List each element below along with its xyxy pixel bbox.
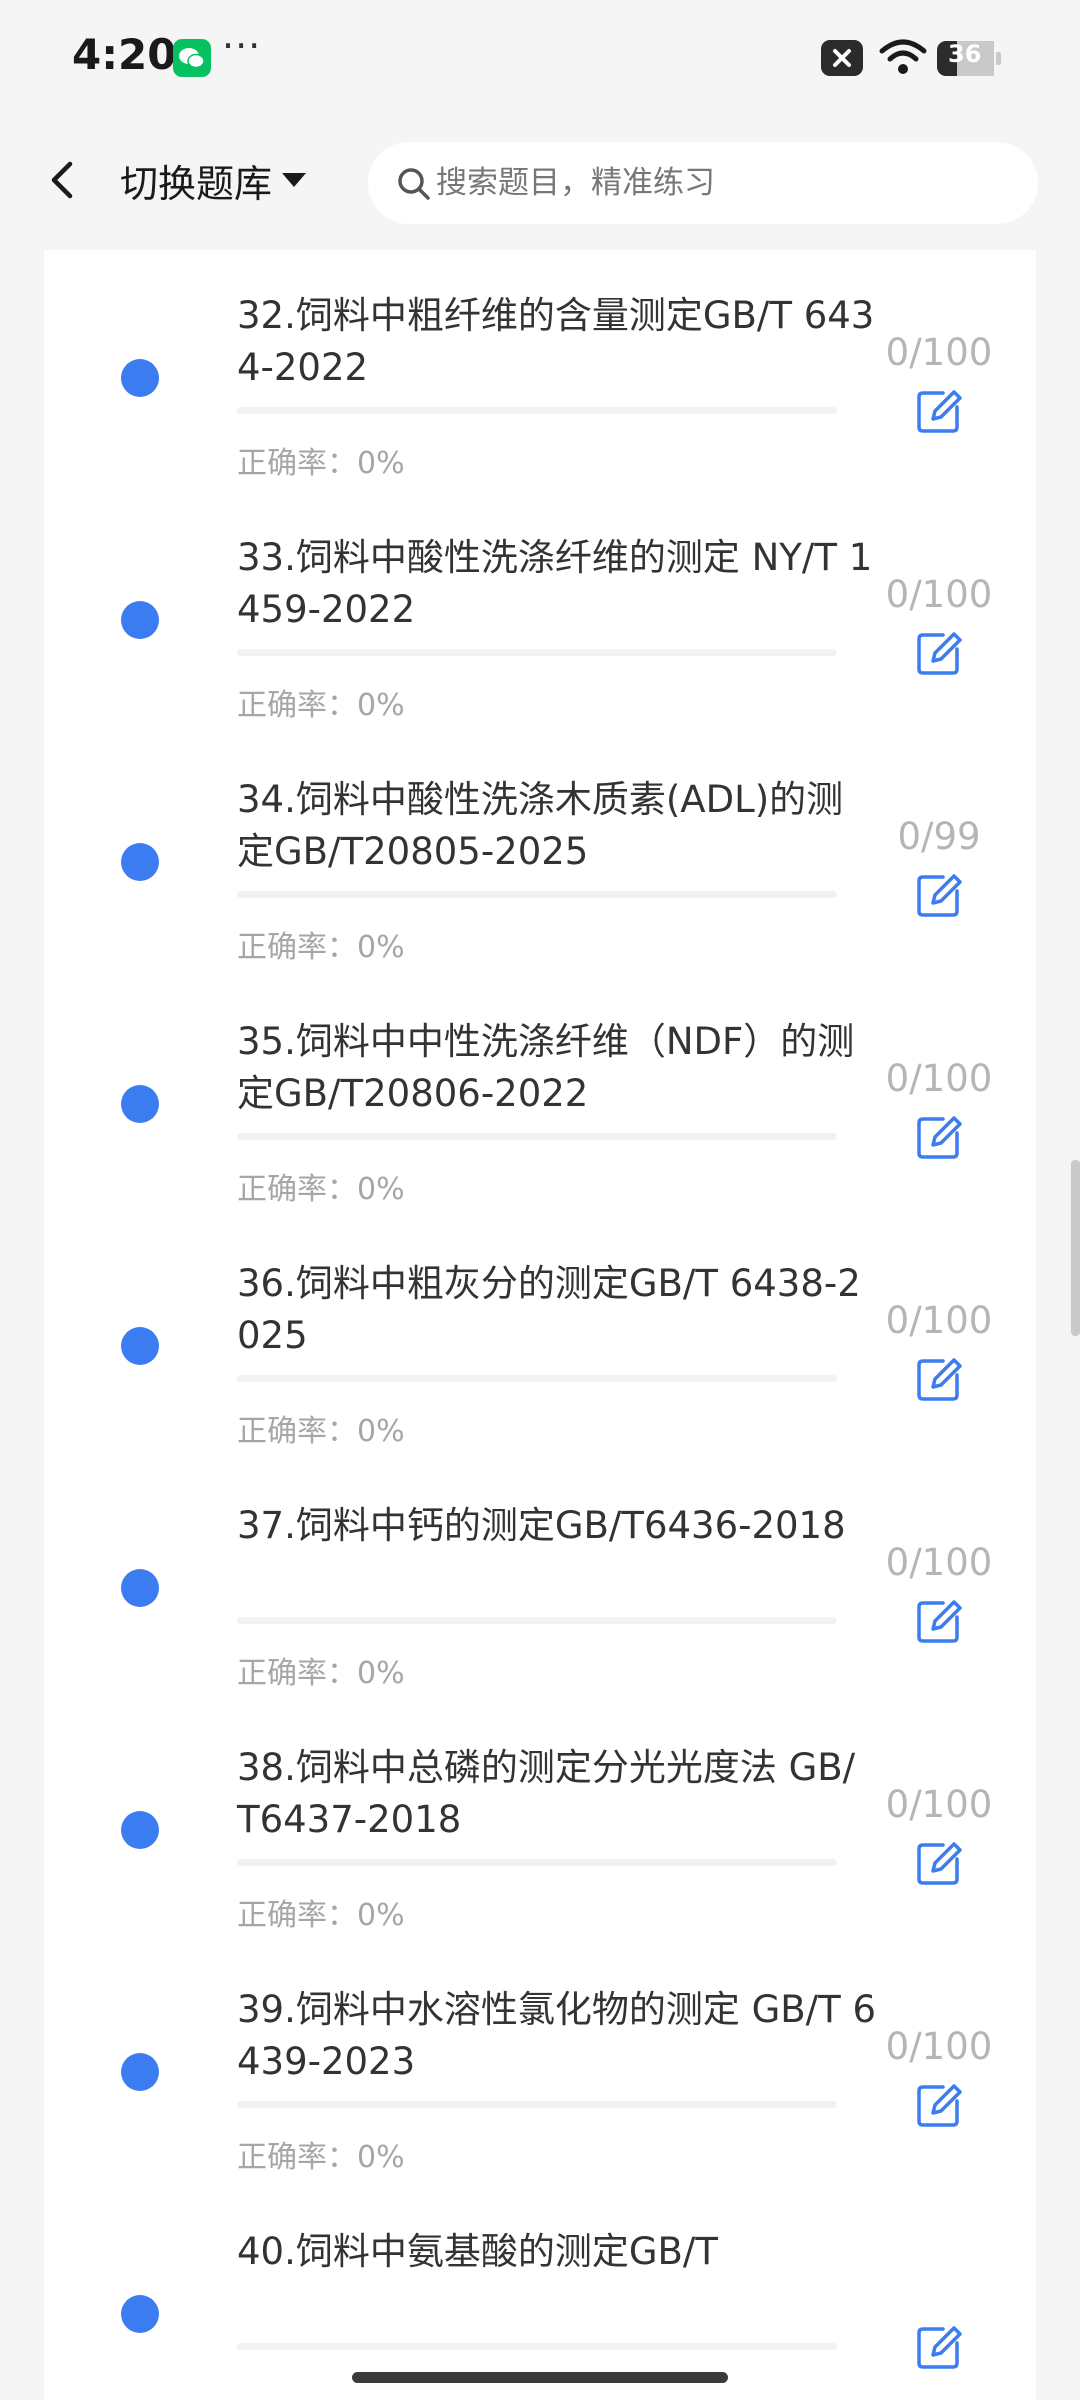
back-arrow-icon (51, 161, 73, 199)
battery-level: 36 (948, 40, 982, 68)
chapter-item[interactable]: 32.饲料中粗纤维的含量测定GB/T 6434-2022 正确率：0% 0/100 (44, 252, 1036, 494)
chapter-progress-bar (237, 1375, 837, 1382)
chapter-accuracy: 正确率：0% (237, 2140, 405, 2175)
chapter-list-card: 正确率：0% 32.饲料中粗纤维的含量测定GB/T 6434-2022 正确率：0%… (44, 250, 1036, 2400)
chapter-status-dot (121, 843, 159, 881)
chapter-progress-bar (237, 891, 837, 898)
chapter-title: 32.饲料中粗纤维的含量测定GB/T 6434-2022 (237, 294, 875, 389)
chapter-progress-count: 0/100 (885, 1057, 993, 1100)
chapter-item[interactable]: 35.饲料中中性洗涤纤维（NDF）的测 定GB/T20806-2022 正确率：0… (44, 978, 1036, 1220)
practice-button[interactable] (913, 1353, 965, 1405)
chapter-accuracy: 正确率：0% (237, 688, 405, 723)
chapter-accuracy: 正确率：0% (237, 446, 405, 481)
chapter-item[interactable]: 38.饲料中总磷的测定分光光度法 GB/T6437-2018 正确率：0% 0/10… (44, 1704, 1036, 1946)
chapter-title: 38.饲料中总磷的测定分光光度法 GB/T6437-2018 (237, 1746, 856, 1841)
practice-button[interactable] (913, 2079, 965, 2131)
edit-icon (917, 2326, 962, 2369)
practice-button[interactable] (913, 869, 965, 921)
chapter-progress-count: 0/100 (885, 2025, 993, 2068)
chapter-progress-count: 0/99 (897, 815, 981, 858)
chapter-progress-count: 0/100 (885, 1783, 993, 1826)
chapter-title: 33.饲料中酸性洗涤纤维的测定 NY/T 1459-2022 (237, 536, 873, 631)
wechat-icon (173, 39, 211, 77)
edit-icon (917, 1600, 962, 1643)
chapter-status-dot (121, 601, 159, 639)
chapter-title: 34.饲料中酸性洗涤木质素(ADL)的测 定GB/T20805-2025 (237, 778, 844, 873)
chapter-status-dot (121, 2295, 159, 2333)
edit-icon (917, 1358, 962, 1401)
practice-button[interactable] (913, 2321, 965, 2373)
chapter-list: 正确率：0% 32.饲料中粗纤维的含量测定GB/T 6434-2022 正确率：0%… (44, 250, 1036, 2400)
chapter-title: 39.饲料中水溶性氯化物的测定 GB/T 6439-2023 (237, 1988, 877, 2083)
chapter-progress-bar (237, 649, 837, 656)
chapter-item[interactable]: 40.饲料中氨基酸的测定GB/T (44, 2188, 1036, 2400)
chapter-title: 36.饲料中粗灰分的测定GB/T 6438-2025 (237, 1262, 861, 1357)
chapter-title: 35.饲料中中性洗涤纤维（NDF）的测 定GB/T20806-2022 (237, 1020, 855, 1115)
chapter-status-dot (121, 359, 159, 397)
chapter-progress-bar (237, 1133, 837, 1140)
chapter-progress-count: 0/100 (885, 1541, 993, 1584)
chapter-item[interactable]: 37.饲料中钙的测定GB/T6436-2018 正确率：0% 0/100 (44, 1462, 1036, 1704)
chapter-title: 37.饲料中钙的测定GB/T6436-2018 (237, 1504, 846, 1547)
chapter-progress-count: 0/100 (885, 573, 993, 616)
chapter-accuracy: 正确率：0% (237, 1172, 405, 1207)
chapter-progress-bar (237, 2343, 837, 2350)
search-box[interactable] (368, 142, 1038, 224)
chapter-accuracy: 正确率：0% (237, 1898, 405, 1933)
chapter-item[interactable]: 33.饲料中酸性洗涤纤维的测定 NY/T 1459-2022 正确率：0% 0/10… (44, 494, 1036, 736)
edit-icon (917, 874, 962, 917)
chapter-accuracy: 正确率：0% (237, 930, 405, 965)
more-notifications-icon: ··· (222, 24, 262, 68)
header: 切换题库 (0, 118, 1080, 250)
practice-button[interactable] (913, 385, 965, 437)
chapter-progress-count: 0/100 (885, 1299, 993, 1342)
x-box-icon (821, 40, 863, 76)
scrollbar-thumb[interactable] (1071, 1160, 1080, 1336)
practice-button[interactable] (913, 1837, 965, 1889)
back-button[interactable] (38, 150, 88, 210)
chapter-accuracy: 正确率：0% (237, 1656, 405, 1691)
status-time: 4:20 (72, 30, 177, 79)
search-input[interactable] (436, 142, 1016, 224)
status-bar: 4:20 ··· 36 (0, 0, 1080, 118)
chapter-progress-bar (237, 1859, 837, 1866)
edit-icon (917, 390, 962, 433)
chapter-progress-bar (237, 1617, 837, 1624)
chapter-item[interactable]: 39.饲料中水溶性氯化物的测定 GB/T 6439-2023 正确率：0% 0/10… (44, 1946, 1036, 2188)
chapter-status-dot (121, 1811, 159, 1849)
switch-question-bank-button[interactable]: 切换题库 (120, 150, 307, 210)
edit-icon (917, 1842, 962, 1885)
chapter-status-dot (121, 1085, 159, 1123)
caret-down-icon (282, 173, 307, 187)
edit-icon (917, 632, 962, 675)
chapter-progress-bar (237, 2101, 837, 2108)
edit-icon (917, 2084, 962, 2127)
practice-button[interactable] (913, 627, 965, 679)
wifi-icon (879, 39, 927, 74)
chapter-status-dot (121, 1327, 159, 1365)
chapter-progress-bar (237, 407, 837, 414)
home-indicator[interactable] (352, 2372, 728, 2383)
chapter-accuracy: 正确率：0% (237, 1414, 405, 1449)
search-icon (398, 168, 430, 200)
switch-question-bank-label: 切换题库 (120, 161, 273, 206)
chapter-progress-count: 0/100 (885, 331, 993, 374)
chapter-item[interactable]: 34.饲料中酸性洗涤木质素(ADL)的测 定GB/T20805-2025 正确率：… (44, 736, 1036, 978)
chapter-status-dot (121, 1569, 159, 1607)
chapter-item[interactable]: 36.饲料中粗灰分的测定GB/T 6438-2025 正确率：0% 0/100 (44, 1220, 1036, 1462)
practice-button[interactable] (913, 1595, 965, 1647)
chapter-title: 40.饲料中氨基酸的测定GB/T (237, 2230, 718, 2273)
edit-icon (917, 1116, 962, 1159)
chapter-status-dot (121, 2053, 159, 2091)
practice-button[interactable] (913, 1111, 965, 1163)
